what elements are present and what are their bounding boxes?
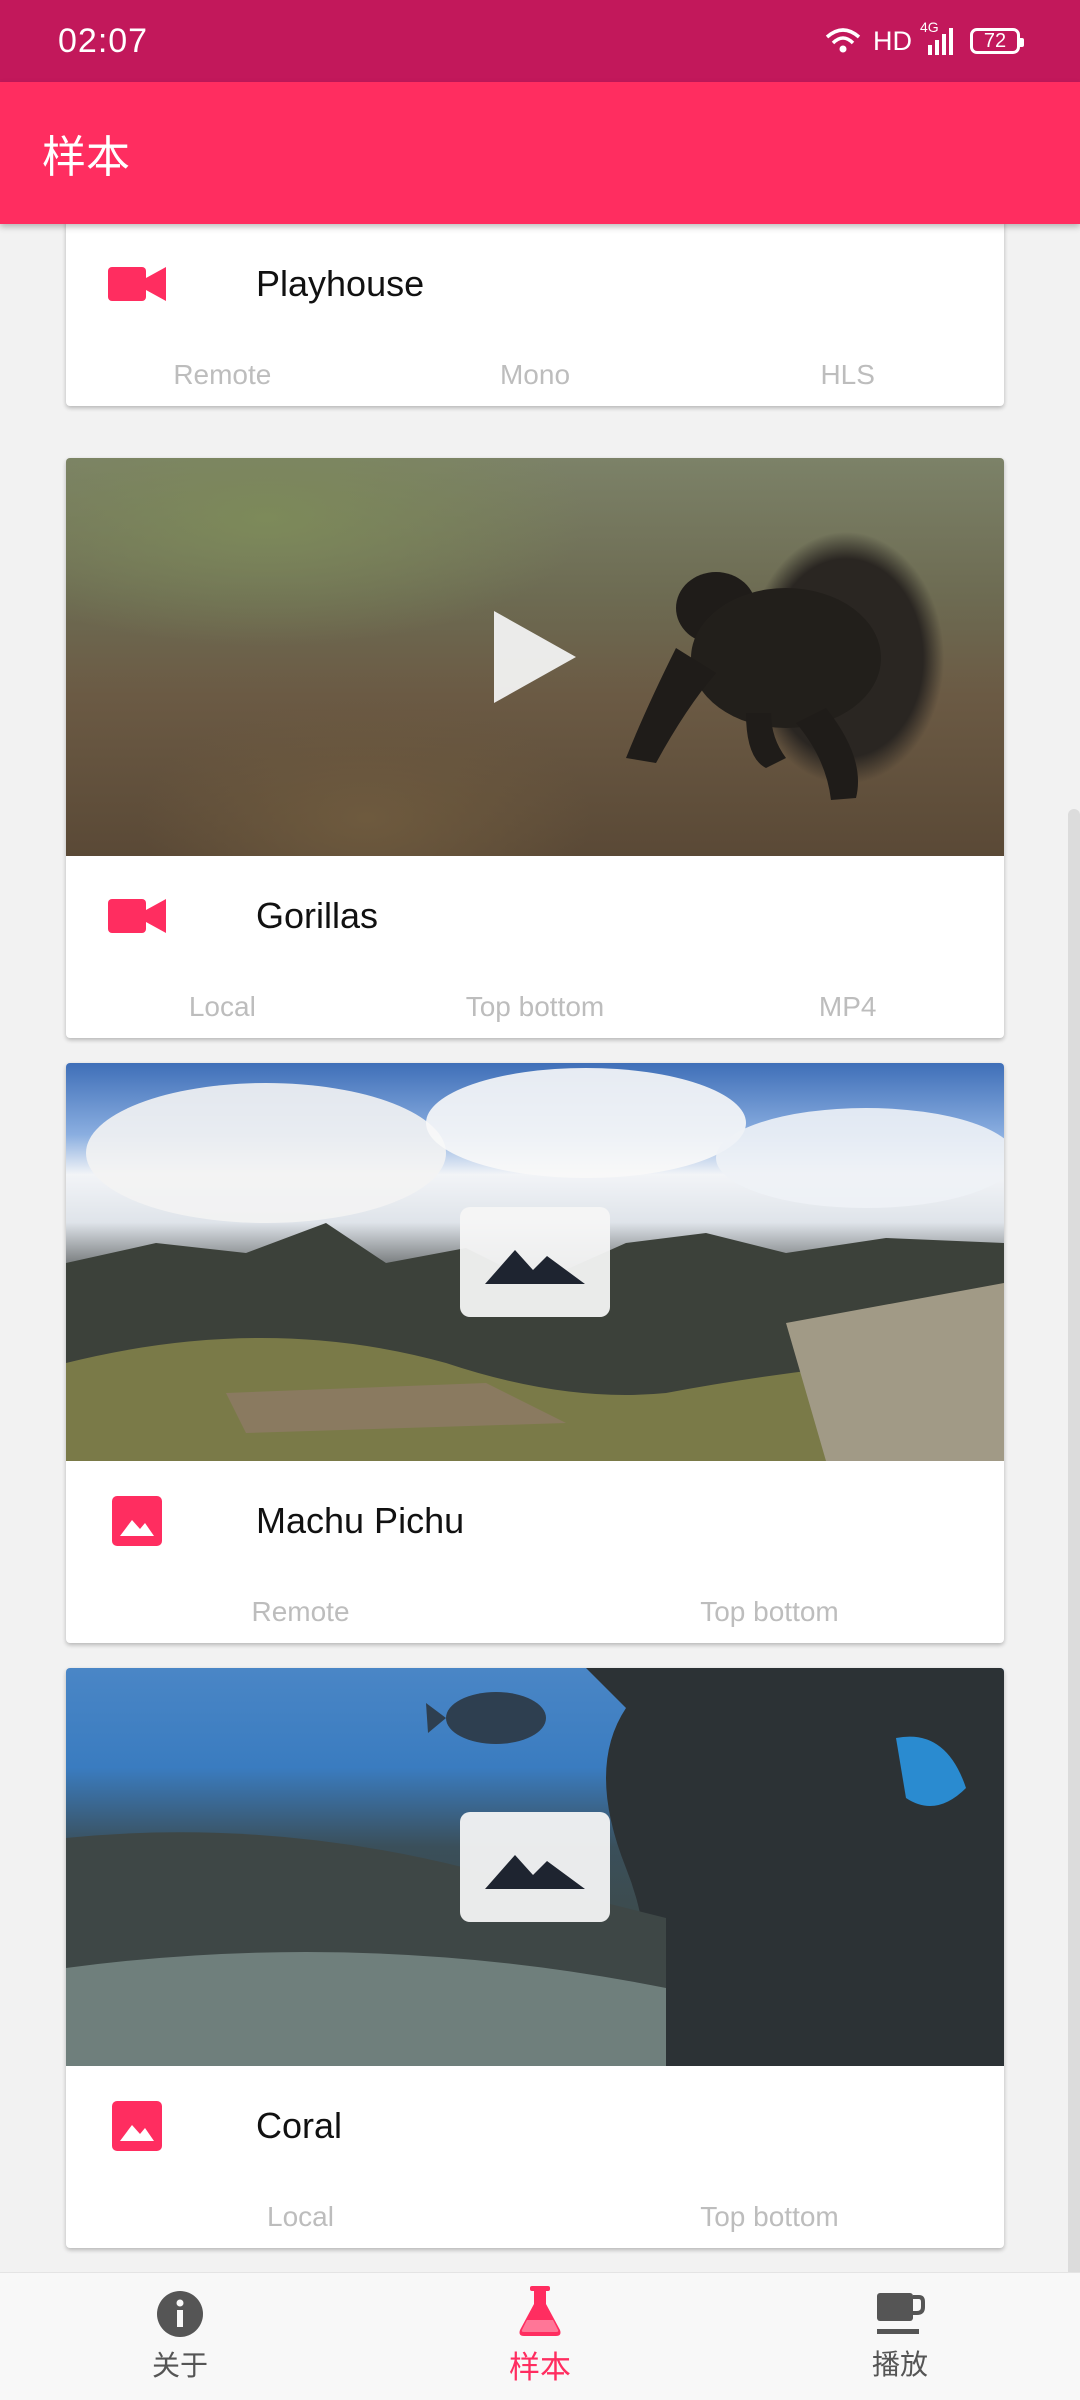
signal-icon: 4G [920,19,958,55]
sample-card-coral[interactable]: Coral Local Top bottom [66,1668,1004,2248]
flask-icon [519,2286,561,2336]
samples-list[interactable]: Playhouse Remote Mono HLS Gorillas Local… [0,224,1080,2272]
info-icon [157,2290,203,2337]
videocam-icon [108,264,166,304]
card-title: Gorillas [256,895,379,936]
card-thumbnail[interactable] [66,1668,1004,2066]
card-tags: Remote Mono HLS [66,344,1004,406]
battery-indicator: 72 [970,28,1024,54]
image-icon [108,1496,166,1546]
card-title: Playhouse [256,263,425,304]
status-icons: HD 4G 72 [825,19,1024,57]
card-tags: Local Top bottom MP4 [66,976,1004,1038]
sample-card-playhouse[interactable]: Playhouse Remote Mono HLS [66,224,1004,406]
card-thumbnail[interactable] [66,458,1004,856]
card-title: Coral [256,2105,343,2146]
status-time: 02:07 [58,21,149,60]
network-label: HD [873,25,912,56]
wifi-icon [825,28,861,53]
card-meta-row: Coral [66,2066,1004,2186]
image-icon [108,2101,166,2151]
signal-label: 4G [920,19,939,35]
card-meta-row: Gorillas [66,856,1004,976]
app-title: 样本 [42,132,130,183]
status-bar: 02:07 HD 4G 72 [0,0,1080,82]
tag-layout: Top bottom [465,991,605,1022]
sample-card-gorillas[interactable]: Gorillas Local Top bottom MP4 [66,458,1004,1038]
tag-layout: Top bottom [700,1596,839,1627]
tag-format: MP4 [818,991,877,1022]
tag-layout: Mono [499,359,571,390]
coffee-icon [877,2292,925,2334]
app-bar: 样本 [0,82,1080,224]
sample-card-machu-pichu[interactable]: Machu Pichu Remote Top bottom [66,1063,1004,1643]
card-meta-row: Playhouse [66,224,1004,344]
panorama-image-icon[interactable] [460,1812,610,1922]
tag-source: Local [267,2201,334,2232]
tag-source: Remote [173,359,272,390]
card-title: Machu Pichu [256,1500,465,1541]
panorama-image-icon[interactable] [460,1207,610,1317]
tag-source: Local [188,991,256,1022]
nav-label: 样本 [509,2350,571,2386]
tag-layout: Top bottom [700,2201,839,2232]
nav-item-play[interactable]: 播放 [720,2273,1080,2400]
card-tags: Local Top bottom [66,2186,1004,2248]
card-meta-row: Machu Pichu [66,1461,1004,1581]
videocam-icon [108,896,166,936]
battery-level: 72 [983,29,1007,52]
nav-label: 播放 [871,2347,928,2381]
scrollbar[interactable] [1068,809,1080,2272]
tag-source: Remote [251,1596,350,1627]
nav-item-about[interactable]: 关于 [0,2273,360,2400]
card-tags: Remote Top bottom [66,1581,1004,1643]
card-thumbnail[interactable] [66,1063,1004,1461]
bottom-navigation: 关于 样本 播放 [0,2272,1080,2400]
tag-format: HLS [820,359,875,390]
play-icon[interactable] [490,607,580,707]
nav-item-samples[interactable]: 样本 [360,2273,720,2400]
nav-label: 关于 [151,2348,208,2382]
